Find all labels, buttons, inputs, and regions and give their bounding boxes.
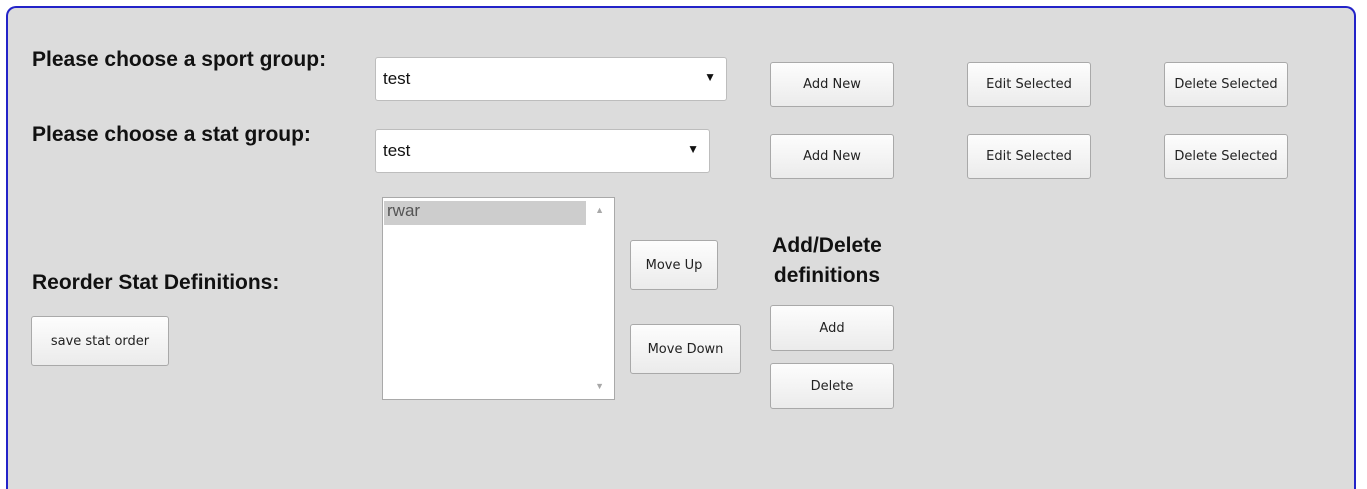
sport-group-label: Please choose a sport group: xyxy=(32,48,327,71)
stat-group-add-new-button[interactable]: Add New xyxy=(770,134,894,179)
sport-group-select[interactable]: test ▼ xyxy=(375,57,727,101)
stat-group-label: Please choose a stat group: xyxy=(32,123,311,146)
stat-group-select[interactable]: test ▼ xyxy=(375,129,710,173)
add-definition-button[interactable]: Add xyxy=(770,305,894,351)
stat-group-delete-selected-button[interactable]: Delete Selected xyxy=(1164,134,1288,179)
stat-group-edit-selected-button[interactable]: Edit Selected xyxy=(967,134,1091,179)
sport-group-delete-selected-button[interactable]: Delete Selected xyxy=(1164,62,1288,107)
add-delete-definitions-heading: Add/Delete definitions xyxy=(772,234,882,287)
dropdown-arrow-icon: ▼ xyxy=(704,70,716,84)
reorder-stat-definitions-label: Reorder Stat Definitions: xyxy=(32,271,280,294)
list-item[interactable]: rwar xyxy=(384,201,586,225)
delete-definition-button[interactable]: Delete xyxy=(770,363,894,409)
save-stat-order-button[interactable]: save stat order xyxy=(31,316,169,366)
stat-group-selected-value: test xyxy=(383,141,411,160)
move-up-button[interactable]: Move Up xyxy=(630,240,718,290)
move-down-button[interactable]: Move Down xyxy=(630,324,741,374)
sport-group-edit-selected-button[interactable]: Edit Selected xyxy=(967,62,1091,107)
scroll-up-arrow-icon[interactable]: ▲ xyxy=(595,205,604,215)
dropdown-arrow-icon: ▼ xyxy=(687,142,699,156)
sport-group-add-new-button[interactable]: Add New xyxy=(770,62,894,107)
scroll-down-arrow-icon[interactable]: ▼ xyxy=(595,381,604,391)
sport-group-selected-value: test xyxy=(383,69,411,88)
stat-definitions-listbox[interactable]: rwar ▲ ▼ xyxy=(382,197,615,400)
